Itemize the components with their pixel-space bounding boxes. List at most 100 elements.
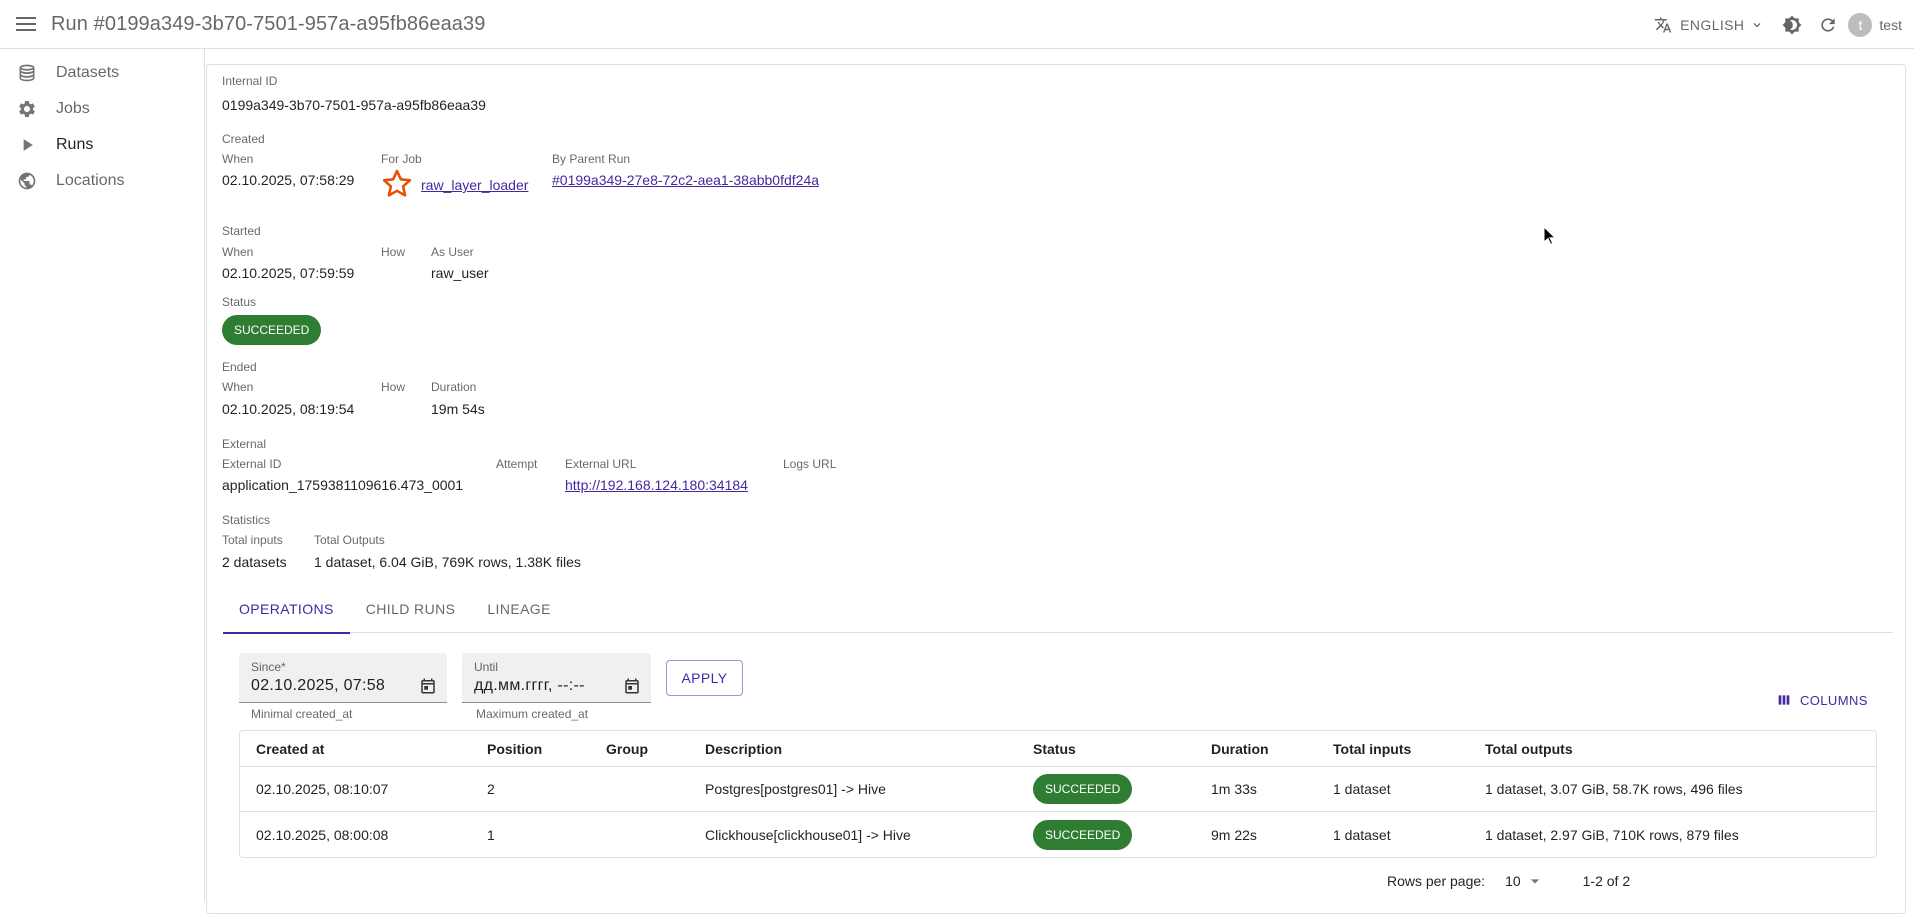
started-section-label: Started <box>222 224 261 238</box>
refresh-icon[interactable] <box>1810 7 1846 43</box>
started-when-value: 02.10.2025, 07:59:59 <box>222 265 355 281</box>
play-icon <box>15 133 39 157</box>
sidebar-item-locations[interactable]: Locations <box>0 163 204 199</box>
sidebar-item-datasets[interactable]: Datasets <box>0 55 204 91</box>
tab-child-runs[interactable]: CHILD RUNS <box>350 585 472 633</box>
rows-per-page-label: Rows per page: <box>1387 873 1486 889</box>
for-job-label: For Job <box>381 152 422 166</box>
parent-run-wrapper: #0199a349-27e8-72c2-aea1-38abb0fdf24a <box>552 172 819 188</box>
menu-icon[interactable] <box>13 11 39 37</box>
since-label: Since* <box>251 660 286 674</box>
cell-outputs: 1 dataset, 2.97 GiB, 710K rows, 879 file… <box>1485 826 1739 843</box>
chevron-down-icon <box>1753 22 1761 27</box>
cell-outputs: 1 dataset, 3.07 GiB, 58.7K rows, 496 fil… <box>1485 781 1743 797</box>
cell-description: Clickhouse[clickhouse01] -> Hive <box>705 826 911 843</box>
apply-button[interactable]: APPLY <box>666 660 743 696</box>
internal-id-label: Internal ID <box>222 74 278 88</box>
table-header-row: Created at Position Group Description St… <box>240 731 1876 767</box>
parent-run-link[interactable]: #0199a349-27e8-72c2-aea1-38abb0fdf24a <box>552 172 819 188</box>
column-header[interactable]: Total outputs <box>1469 741 1876 757</box>
external-url-label: External URL <box>565 457 637 471</box>
job-link-wrapper: raw_layer_loader <box>421 177 528 193</box>
calendar-icon[interactable] <box>419 677 437 695</box>
sidebar-item-label: Locations <box>56 172 125 189</box>
internal-id-value: 0199a349-3b70-7501-957a-a95fb86eaa39 <box>222 97 486 113</box>
ended-how-label: How <box>381 380 406 394</box>
total-inputs-value: 2 datasets <box>222 554 287 570</box>
cell-created-at: 02.10.2025, 08:00:08 <box>256 826 389 843</box>
user-menu[interactable]: t test <box>1848 12 1902 37</box>
translate-icon <box>1654 17 1672 32</box>
sidebar-item-runs[interactable]: Runs <box>0 127 204 163</box>
column-header[interactable]: Position <box>471 741 590 757</box>
started-how-label: How <box>381 245 406 259</box>
sidebar: Datasets Jobs Runs Locations <box>0 49 205 901</box>
tab-lineage[interactable]: LINEAGE <box>471 585 567 633</box>
operations-table: Created at Position Group Description St… <box>239 730 1877 858</box>
cell-status: SUCCEEDED <box>1017 774 1195 804</box>
cell-position: 2 <box>487 781 495 797</box>
column-header[interactable]: Status <box>1017 741 1195 757</box>
cell-inputs: 1 dataset <box>1333 826 1391 843</box>
created-when-label: When <box>222 152 254 166</box>
theme-toggle-icon[interactable] <box>1774 7 1810 43</box>
chevron-down-icon <box>1530 879 1539 884</box>
until-helper: Maximum created_at <box>476 707 589 721</box>
page-title: Run #0199a349-3b70-7501-957a-a95fb86eaa3… <box>51 12 486 35</box>
columns-icon <box>1778 695 1790 705</box>
duration-value: 19m 54s <box>431 401 485 417</box>
total-outputs-label: Total Outputs <box>314 533 385 547</box>
table-row[interactable]: 02.10.2025, 08:10:07 2 Postgres[postgres… <box>240 767 1876 812</box>
ended-section-label: Ended <box>222 360 257 374</box>
database-icon <box>15 61 39 85</box>
pagination-range: 1-2 of 2 <box>1582 873 1631 889</box>
status-badge: SUCCEEDED <box>1033 819 1133 850</box>
external-id-value: application_1759381109616.473_0001 <box>222 477 464 493</box>
column-header[interactable]: Description <box>689 741 1017 757</box>
total-inputs-label: Total inputs <box>222 533 283 547</box>
calendar-icon[interactable] <box>623 677 641 695</box>
mouse-cursor-icon <box>1543 225 1557 251</box>
rows-per-page-select[interactable]: 10 <box>1505 871 1545 891</box>
tab-bar: OPERATIONS CHILD RUNS LINEAGE <box>223 585 1893 634</box>
run-details-card: Internal ID 0199a349-3b70-7501-957a-a95f… <box>206 64 1906 914</box>
user-name: test <box>1879 16 1902 33</box>
sidebar-item-label: Runs <box>56 136 94 153</box>
since-input[interactable]: 02.10.2025, 07:58 <box>251 677 385 695</box>
since-helper: Minimal created_at <box>251 707 353 721</box>
until-field[interactable]: Until дд.мм.гггг, --:-- <box>462 653 651 703</box>
until-input[interactable]: дд.мм.гггг, --:-- <box>474 677 585 695</box>
cell-position: 1 <box>487 826 495 843</box>
job-link[interactable]: raw_layer_loader <box>421 177 528 193</box>
sidebar-item-label: Jobs <box>56 100 90 117</box>
globe-icon <box>15 169 39 193</box>
cell-description: Postgres[postgres01] -> Hive <box>705 781 886 797</box>
pagination: Rows per page: 10 1-2 of 2 <box>1387 871 1630 891</box>
column-header[interactable]: Duration <box>1195 741 1317 757</box>
columns-button[interactable]: COLUMNS <box>1776 692 1868 708</box>
tab-operations[interactable]: OPERATIONS <box>223 585 350 634</box>
column-header[interactable]: Group <box>590 741 689 757</box>
created-when-value: 02.10.2025, 07:58:29 <box>222 172 355 188</box>
until-label: Until <box>474 660 499 674</box>
as-user-value: raw_user <box>431 265 489 281</box>
ended-when-value: 02.10.2025, 08:19:54 <box>222 401 355 417</box>
table-row[interactable]: 02.10.2025, 08:00:08 1 Clickhouse[clickh… <box>240 812 1876 857</box>
column-header[interactable]: Total inputs <box>1317 741 1469 757</box>
sidebar-item-jobs[interactable]: Jobs <box>0 91 204 127</box>
since-field[interactable]: Since* 02.10.2025, 07:58 <box>239 653 447 703</box>
duration-label: Duration <box>431 380 477 394</box>
gear-icon <box>15 97 39 121</box>
created-section-label: Created <box>222 132 265 146</box>
total-outputs-value: 1 dataset, 6.04 GiB, 769K rows, 1.38K fi… <box>314 554 581 570</box>
cell-duration: 9m 22s <box>1211 826 1257 843</box>
cell-created-at: 02.10.2025, 08:10:07 <box>256 781 389 797</box>
language-selector[interactable]: ENGLISH <box>1654 16 1764 34</box>
statistics-section-label: Statistics <box>222 513 271 527</box>
column-header[interactable]: Created at <box>240 741 471 757</box>
cell-duration: 1m 33s <box>1211 781 1257 797</box>
status-section-label: Status <box>222 295 257 309</box>
external-id-label: External ID <box>222 457 282 471</box>
cell-inputs: 1 dataset <box>1333 781 1391 797</box>
external-url-link[interactable]: http://192.168.124.180:34184 <box>565 477 748 493</box>
